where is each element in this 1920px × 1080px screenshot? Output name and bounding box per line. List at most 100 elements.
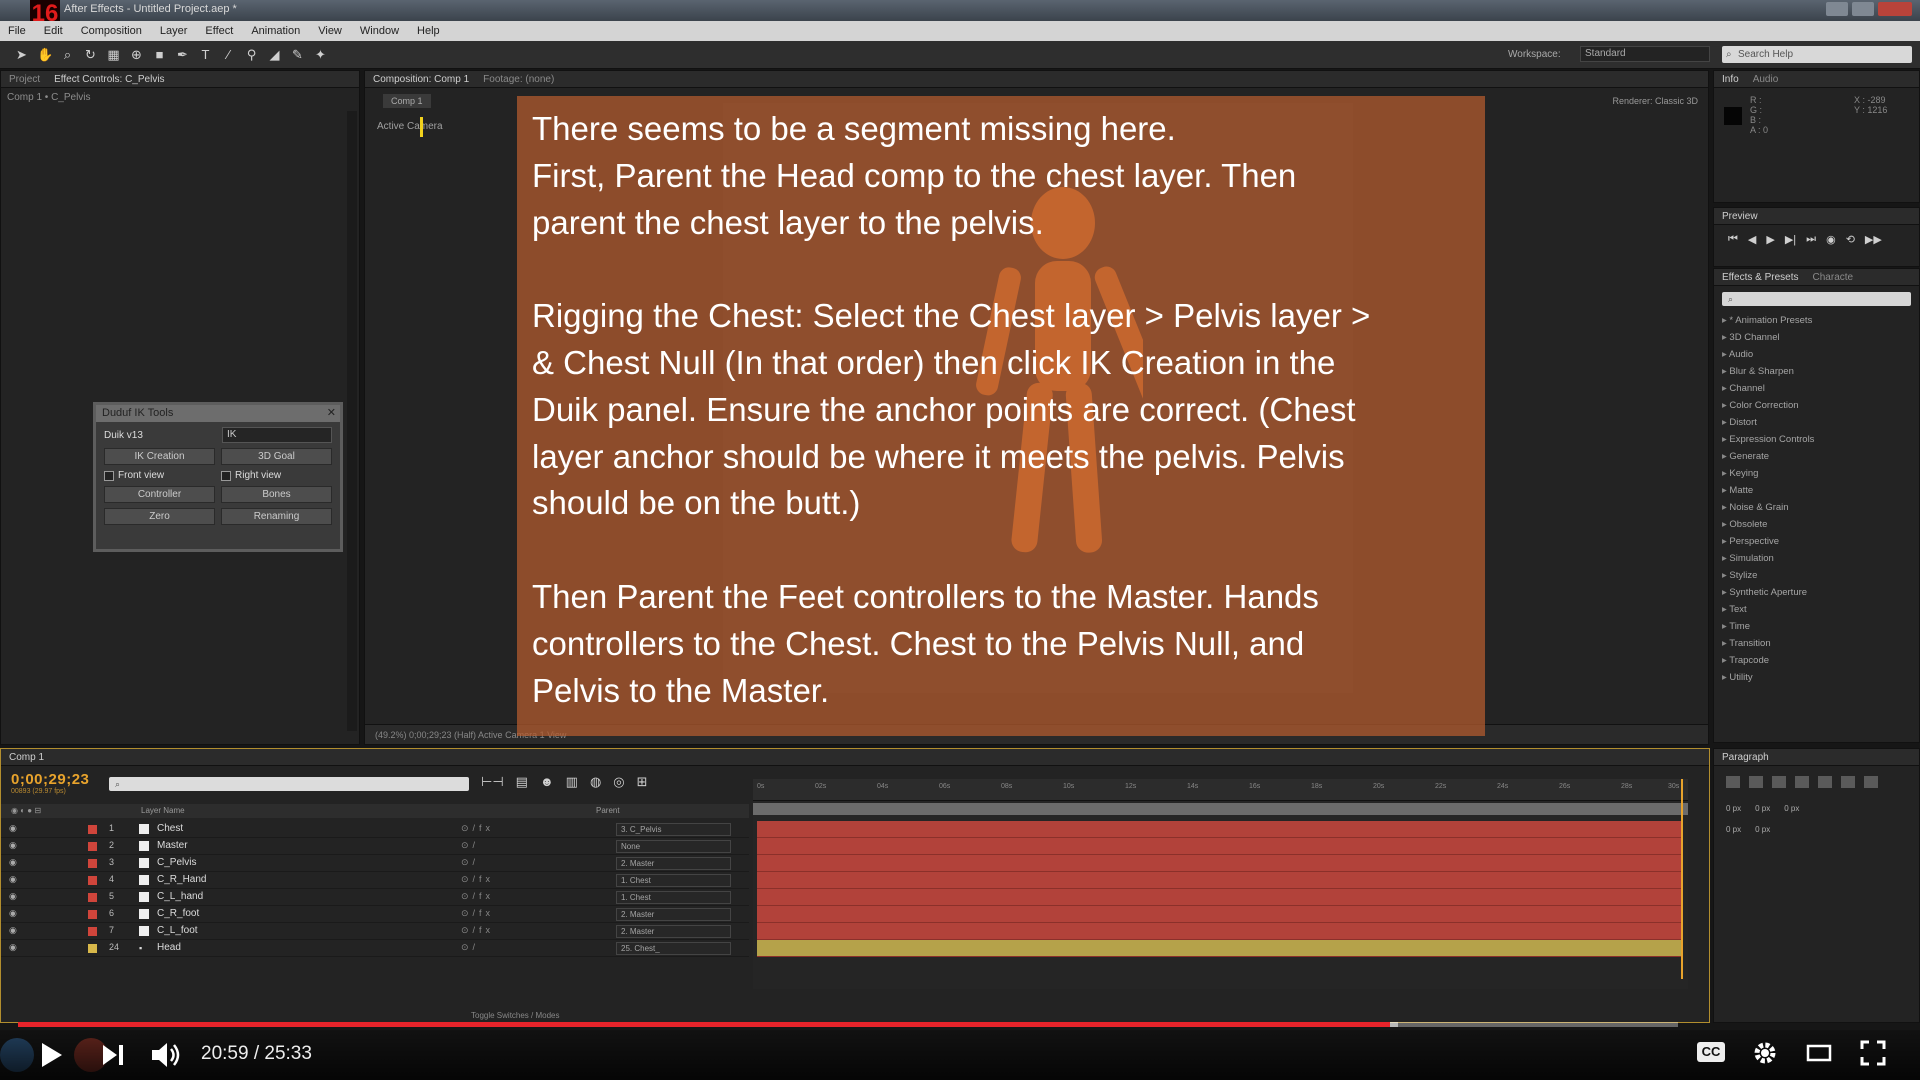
mask-tool-icon[interactable]: ■ bbox=[152, 47, 167, 62]
effects-item[interactable]: Distort bbox=[1722, 414, 1919, 431]
eye-icon[interactable]: ◉ bbox=[9, 908, 17, 919]
effects-item[interactable]: Stylize bbox=[1722, 567, 1919, 584]
justify-right-icon[interactable] bbox=[1841, 776, 1855, 788]
duik-mode-select[interactable]: IK bbox=[222, 427, 332, 443]
bones-button[interactable]: Bones bbox=[221, 486, 332, 503]
eye-icon[interactable]: ◉ bbox=[9, 891, 17, 902]
first-frame-icon[interactable]: ⏮ bbox=[1728, 233, 1738, 246]
effects-item[interactable]: Text bbox=[1722, 601, 1919, 618]
clone-tool-icon[interactable]: ⚲ bbox=[244, 47, 259, 62]
brush-tool-icon[interactable]: ∕ bbox=[221, 47, 236, 62]
draft-3d-icon[interactable]: ▤ bbox=[516, 774, 528, 790]
ram-preview-icon[interactable]: ▶▶ bbox=[1865, 233, 1882, 246]
label-color[interactable] bbox=[88, 944, 97, 953]
layer-bar[interactable] bbox=[757, 889, 1683, 906]
layer-name[interactable]: Head bbox=[157, 942, 181, 953]
layer-name[interactable]: C_L_foot bbox=[157, 925, 198, 936]
layer-switches[interactable]: ⊙/fx bbox=[461, 891, 494, 902]
layer-name-header[interactable]: Layer Name bbox=[141, 806, 185, 815]
layer-row[interactable]: ◉ 6 C_R_foot ⊙/fx 2. Master bbox=[1, 906, 749, 923]
parent-select[interactable]: 25. Chest_ bbox=[616, 942, 731, 955]
minimize-button[interactable] bbox=[1826, 2, 1848, 16]
effects-item[interactable]: Blur & Sharpen bbox=[1722, 363, 1919, 380]
zoom-tool-icon[interactable]: ⌕ bbox=[60, 47, 75, 62]
menu-window[interactable]: Window bbox=[360, 25, 399, 37]
zero-button[interactable]: Zero bbox=[104, 508, 215, 525]
video-progress-bar[interactable] bbox=[18, 1022, 1678, 1027]
layer-bar[interactable] bbox=[757, 872, 1683, 889]
next-video-icon[interactable] bbox=[102, 1044, 126, 1066]
close-icon[interactable]: ✕ bbox=[327, 405, 336, 422]
menu-help[interactable]: Help bbox=[417, 25, 440, 37]
pan-behind-tool-icon[interactable]: ⊕ bbox=[129, 47, 144, 62]
parent-select[interactable]: 1. Chest bbox=[616, 891, 731, 904]
parent-header[interactable]: Parent bbox=[596, 806, 620, 815]
close-button[interactable] bbox=[1878, 2, 1912, 16]
play-icon[interactable] bbox=[40, 1042, 64, 1068]
maximize-button[interactable] bbox=[1852, 2, 1874, 16]
controller-button[interactable]: Controller bbox=[104, 486, 215, 503]
brainstorm-icon[interactable]: ◎ bbox=[613, 774, 624, 790]
front-view-checkbox[interactable]: Front view bbox=[104, 470, 215, 481]
effects-item[interactable]: Keying bbox=[1722, 465, 1919, 482]
renaming-button[interactable]: Renaming bbox=[221, 508, 332, 525]
justify-left-icon[interactable] bbox=[1795, 776, 1809, 788]
layer-name[interactable]: C_R_Hand bbox=[157, 874, 206, 885]
align-left-icon[interactable] bbox=[1726, 776, 1740, 788]
tab-effect-controls[interactable]: Effect Controls: C_Pelvis bbox=[54, 74, 164, 85]
tab-paragraph[interactable]: Paragraph bbox=[1722, 752, 1769, 763]
label-color[interactable] bbox=[88, 876, 97, 885]
indent-left-field[interactable]: 0 px bbox=[1726, 804, 1741, 813]
tab-comp-1[interactable]: Comp 1 bbox=[9, 752, 44, 763]
layer-bar[interactable] bbox=[757, 906, 1683, 923]
tab-effects-presets[interactable]: Effects & Presets bbox=[1722, 272, 1799, 283]
indent-first-field[interactable]: 0 px bbox=[1784, 804, 1799, 813]
label-color[interactable] bbox=[88, 893, 97, 902]
effects-item[interactable]: Transition bbox=[1722, 635, 1919, 652]
layer-bar[interactable] bbox=[757, 821, 1683, 838]
layer-switches[interactable]: ⊙/ bbox=[461, 942, 479, 953]
layer-switches[interactable]: ⊙/ bbox=[461, 840, 479, 851]
eye-icon[interactable]: ◉ bbox=[9, 874, 17, 885]
effects-item[interactable]: Trapcode bbox=[1722, 652, 1919, 669]
space-after-field[interactable]: 0 px bbox=[1755, 825, 1770, 834]
effects-item[interactable]: Perspective bbox=[1722, 533, 1919, 550]
settings-gear-icon[interactable] bbox=[1752, 1040, 1778, 1066]
audio-icon[interactable]: ◉ bbox=[1826, 233, 1836, 246]
current-timecode[interactable]: 0;00;29;23 bbox=[11, 771, 89, 788]
loop-icon[interactable]: ⟲ bbox=[1846, 233, 1855, 246]
parent-select[interactable]: 2. Master bbox=[616, 908, 731, 921]
tab-project[interactable]: Project bbox=[9, 74, 40, 85]
prev-frame-icon[interactable]: ◀ bbox=[1748, 233, 1756, 246]
type-tool-icon[interactable]: T bbox=[198, 47, 213, 62]
space-before-field[interactable]: 0 px bbox=[1726, 825, 1741, 834]
effects-item[interactable]: Channel bbox=[1722, 380, 1919, 397]
playhead[interactable] bbox=[1681, 779, 1683, 979]
effects-item[interactable]: Expression Controls bbox=[1722, 431, 1919, 448]
menu-layer[interactable]: Layer bbox=[160, 25, 188, 37]
eye-icon[interactable]: ◉ bbox=[9, 942, 17, 953]
selection-tool-icon[interactable]: ➤ bbox=[14, 47, 29, 62]
last-frame-icon[interactable]: ⏭ bbox=[1806, 233, 1816, 246]
layer-name[interactable]: C_Pelvis bbox=[157, 857, 196, 868]
eye-icon[interactable]: ◉ bbox=[9, 925, 17, 936]
indent-right-field[interactable]: 0 px bbox=[1755, 804, 1770, 813]
theater-mode-icon[interactable] bbox=[1806, 1044, 1832, 1062]
layer-name[interactable]: C_L_hand bbox=[157, 891, 203, 902]
shy-icon[interactable]: ☻ bbox=[540, 774, 554, 790]
layer-name[interactable]: Chest bbox=[157, 823, 183, 834]
puppet-tool-icon[interactable]: ✦ bbox=[313, 47, 328, 62]
layer-row[interactable]: ◉ 3 C_Pelvis ⊙/ 2. Master bbox=[1, 855, 749, 872]
effects-item[interactable]: Time bbox=[1722, 618, 1919, 635]
layer-row[interactable]: ◉ 24 ▪ Head ⊙/ 25. Chest_ bbox=[1, 940, 749, 957]
label-color[interactable] bbox=[88, 910, 97, 919]
timeline-track-area[interactable]: 0s 02s 04s 06s 08s 10s 12s 14s 16s 18s 2… bbox=[753, 779, 1688, 989]
menu-edit[interactable]: Edit bbox=[44, 25, 63, 37]
fullscreen-icon[interactable] bbox=[1860, 1040, 1886, 1066]
roto-tool-icon[interactable]: ✎ bbox=[290, 47, 305, 62]
comp-subtab[interactable]: Comp 1 bbox=[383, 94, 431, 108]
align-center-icon[interactable] bbox=[1749, 776, 1763, 788]
layer-bar[interactable] bbox=[757, 838, 1683, 855]
justify-all-icon[interactable] bbox=[1864, 776, 1878, 788]
layer-search-input[interactable]: ⌕ bbox=[109, 777, 469, 791]
